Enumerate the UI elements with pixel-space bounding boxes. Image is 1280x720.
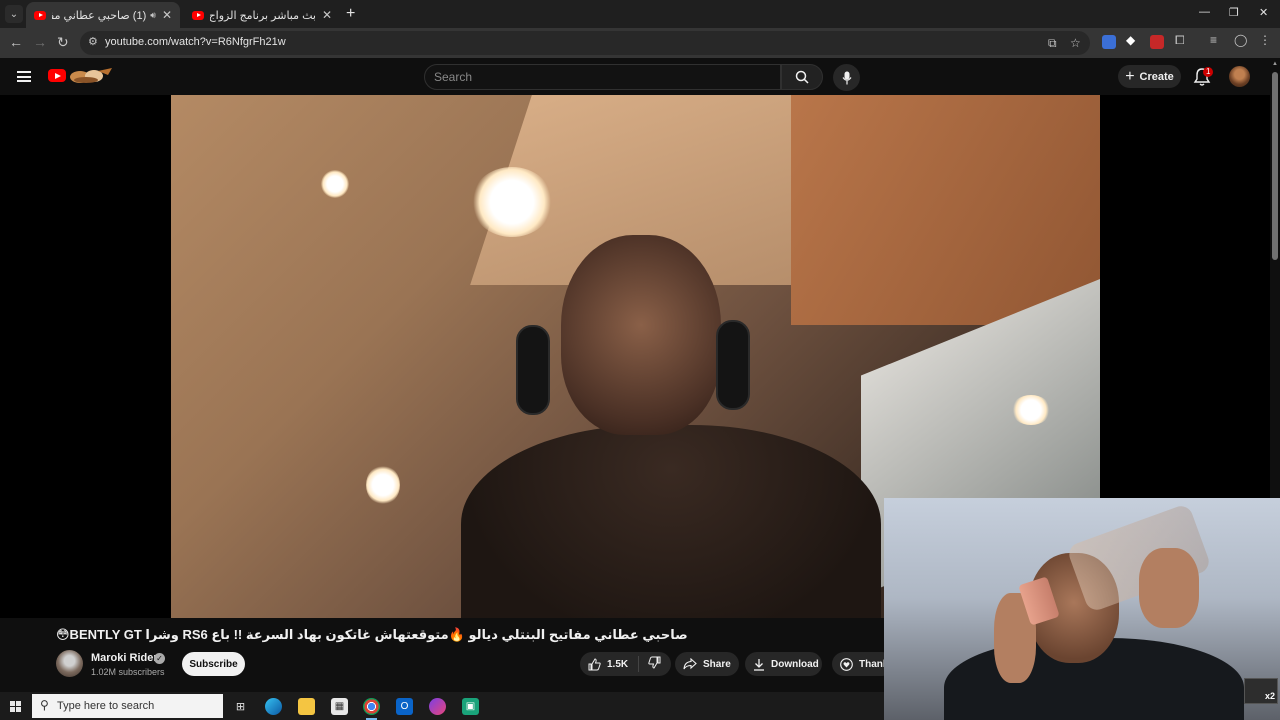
download-icon xyxy=(754,658,764,671)
address-bar[interactable]: ⚙ youtube.com/watch?v=R6NfgrFh21w ⧉ ☆ xyxy=(80,31,1090,55)
channel-avatar[interactable] xyxy=(56,650,83,677)
video-title: 😳BENTLY GT وشرا RS6 صاحبي عطاني مفاتيح ا… xyxy=(56,627,688,642)
video-lamp xyxy=(471,167,553,237)
tab-title: بث مباشر برنامج الزواج مع الفقيه xyxy=(210,9,316,22)
file-explorer-icon[interactable] xyxy=(298,698,315,715)
like-dislike-group: 1.5K xyxy=(580,652,671,676)
voice-search-button[interactable] xyxy=(833,64,860,91)
youtube-doodle-icon[interactable] xyxy=(68,67,114,84)
scroll-thumb[interactable] xyxy=(1272,72,1278,260)
scroll-up-icon[interactable]: ▲ xyxy=(1272,61,1278,67)
like-count: 1.5K xyxy=(607,658,629,670)
video-lamp xyxy=(1011,395,1051,425)
browser-toolbar: ← → ↻ ⚙ youtube.com/watch?v=R6NfgrFh21w … xyxy=(0,28,1280,58)
new-tab-icon[interactable]: + xyxy=(346,5,355,23)
like-button[interactable]: 1.5K xyxy=(580,656,640,672)
back-icon[interactable]: ← xyxy=(9,34,23,50)
outlook-icon[interactable]: O xyxy=(396,698,413,715)
forward-icon[interactable]: → xyxy=(33,34,47,50)
close-tab-icon[interactable]: ✕ xyxy=(322,8,332,22)
menu-icon[interactable] xyxy=(17,71,31,82)
thumbs-down-icon xyxy=(648,656,661,669)
search-box[interactable] xyxy=(424,64,781,90)
extensions-icon[interactable]: ⧠ xyxy=(1175,33,1189,47)
red-extension-icon[interactable] xyxy=(1150,35,1164,49)
download-label: Download xyxy=(771,658,819,670)
plus-icon: + xyxy=(1125,67,1135,85)
search-icon xyxy=(795,70,809,84)
share-label: Share xyxy=(703,658,731,670)
microphone-icon xyxy=(842,71,851,84)
translate-extension-icon[interactable] xyxy=(1102,35,1116,49)
create-button[interactable]: + Create xyxy=(1118,65,1181,88)
taskbar-search-input[interactable] xyxy=(57,694,217,718)
video-lamp xyxy=(366,465,400,505)
share-icon xyxy=(683,658,697,670)
browser-tab-strip: ⌄ (1) صاحبي عطاني مفاتيح البنتلي 🔊︎ ✕ بث… xyxy=(0,0,1280,28)
pip-thumbnail: x2 xyxy=(1244,678,1278,704)
video-headphone xyxy=(516,325,550,415)
youtube-favicon-icon xyxy=(34,10,46,20)
tab-title: (1) صاحبي عطاني مفاتيح البنتلي xyxy=(52,9,147,22)
diamond-extension-icon[interactable]: ◆ xyxy=(1126,33,1140,47)
notification-badge: 1 xyxy=(1203,67,1214,77)
store-icon[interactable]: ▦ xyxy=(331,698,348,715)
browser-tab-inactive[interactable]: بث مباشر برنامج الزواج مع الفقيه ✕ xyxy=(184,2,340,28)
reload-icon[interactable]: ↻ xyxy=(57,34,69,51)
close-window-icon[interactable]: ✕ xyxy=(1259,6,1268,19)
youtube-logo-icon[interactable] xyxy=(48,69,66,82)
close-tab-icon[interactable]: ✕ xyxy=(162,8,172,22)
account-avatar[interactable] xyxy=(1229,66,1250,87)
app-icon[interactable]: ▣ xyxy=(462,698,479,715)
profile-icon[interactable]: ◯ xyxy=(1234,33,1248,47)
channel-name[interactable]: Maroki Rider xyxy=(91,652,158,664)
tab-list-icon[interactable]: ⌄ xyxy=(5,5,23,23)
youtube-favicon-icon xyxy=(192,10,204,20)
taskbar-search[interactable]: ⚲ xyxy=(32,694,223,718)
minimize-icon[interactable]: — xyxy=(1199,6,1210,18)
browser-tab-active[interactable]: (1) صاحبي عطاني مفاتيح البنتلي 🔊︎ ✕ xyxy=(26,2,180,28)
install-icon[interactable]: ⧉ xyxy=(1048,36,1057,51)
maximize-icon[interactable]: ❐ xyxy=(1229,6,1239,19)
media-control-icon[interactable]: ≡ xyxy=(1210,33,1224,47)
search-button[interactable] xyxy=(781,64,823,90)
more-icon[interactable]: ⋮ xyxy=(1259,33,1273,47)
youtube-header: + Create 1 xyxy=(0,58,1280,95)
subscriber-count: 1.02M subscribers xyxy=(91,667,165,677)
video-lamp xyxy=(321,170,349,198)
bookmark-star-icon[interactable]: ☆ xyxy=(1070,36,1081,50)
video-headphone xyxy=(716,320,750,410)
search-icon: ⚲ xyxy=(40,698,49,712)
chrome-icon[interactable] xyxy=(363,698,380,720)
site-info-icon[interactable]: ⚙ xyxy=(88,35,98,48)
thanks-heart-icon xyxy=(840,657,853,671)
speaker-icon[interactable]: 🔊︎ xyxy=(150,10,156,21)
search-input[interactable] xyxy=(425,65,780,89)
dislike-button[interactable] xyxy=(639,656,661,672)
webcam-overlay: x2 xyxy=(884,498,1280,720)
verified-icon: ✓ xyxy=(154,653,165,664)
create-label: Create xyxy=(1139,70,1174,83)
edge-icon[interactable] xyxy=(265,698,282,715)
subscribe-button[interactable]: Subscribe xyxy=(182,652,245,676)
video-wood-wall xyxy=(791,95,1100,325)
task-view-icon[interactable]: ⊞ xyxy=(232,698,249,715)
video-person-head xyxy=(561,235,721,435)
share-button[interactable]: Share xyxy=(675,652,739,676)
url-text[interactable]: youtube.com/watch?v=R6NfgrFh21w xyxy=(105,36,286,48)
video-person-body xyxy=(461,425,881,618)
download-button[interactable]: Download xyxy=(745,652,822,676)
thumbs-up-icon xyxy=(588,657,601,670)
messenger-icon[interactable] xyxy=(429,698,446,715)
windows-start-icon[interactable] xyxy=(10,701,21,712)
webcam-hand xyxy=(1139,548,1199,628)
